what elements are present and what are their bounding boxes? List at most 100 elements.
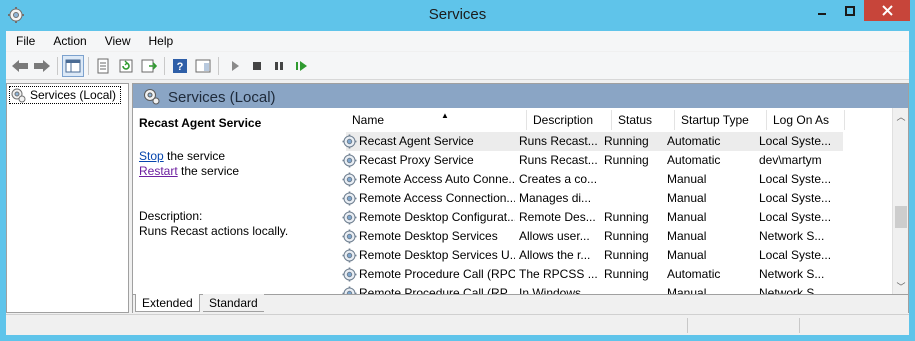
export-list-icon (141, 59, 157, 73)
cell-log-on-as: dev\martym (759, 153, 822, 167)
cell-name: Remote Access Connection... (359, 191, 515, 205)
cell-name: Remote Desktop Configurat... (359, 210, 515, 224)
cell-name: Recast Proxy Service (359, 153, 474, 167)
window-body: File Action View Help ? Services (Local)… (6, 31, 909, 335)
status-bar (6, 314, 909, 335)
cell-startup-type: Manual (667, 286, 707, 294)
close-button[interactable] (864, 0, 910, 21)
cell-status: Running (604, 153, 649, 167)
cell-status: Running (604, 229, 649, 243)
maximize-button[interactable] (836, 0, 863, 21)
cell-startup-type: Manual (667, 229, 707, 243)
cell-status: Running (604, 210, 649, 224)
stop-icon (253, 62, 261, 70)
restart-service-link[interactable]: Restart (139, 164, 178, 178)
restart-service-button[interactable] (291, 55, 313, 77)
console-tree: Services (Local) (6, 83, 129, 313)
tab-extended[interactable]: Extended (135, 294, 200, 312)
cell-description: Allows the r... (519, 248, 591, 262)
export-list-button[interactable] (138, 55, 160, 77)
help-button[interactable]: ? (169, 55, 191, 77)
cell-description: Manages di... (519, 191, 592, 205)
maximize-icon (844, 5, 855, 16)
scrollbar-thumb[interactable] (895, 206, 907, 228)
stop-service-link[interactable]: Stop (139, 149, 164, 163)
scroll-up-button[interactable]: ︿ (893, 108, 908, 124)
chevron-up-icon: ︿ (896, 111, 906, 122)
status-segment (687, 318, 688, 333)
back-button[interactable] (9, 55, 31, 77)
service-gear-icon (342, 286, 357, 294)
tree-item-services-local[interactable]: Services (Local) (9, 86, 122, 104)
description-label: Description: (139, 209, 203, 223)
service-gear-icon (342, 210, 357, 225)
column-header-label: Name (352, 113, 385, 127)
cell-name: Remote Access Auto Conne... (359, 172, 515, 186)
column-header-description[interactable]: Description (527, 110, 612, 130)
properties-button[interactable] (92, 55, 114, 77)
help-icon: ? (173, 59, 187, 73)
cell-name: Remote Desktop Services U... (359, 248, 515, 262)
service-gear-icon (342, 153, 357, 168)
table-row[interactable]: Remote Access Connection... Manages di...… (342, 189, 843, 208)
show-hide-console-tree-button[interactable] (62, 55, 84, 77)
cell-log-on-as: Network S... (759, 286, 825, 294)
service-gear-icon (342, 229, 357, 244)
show-action-pane-button[interactable] (192, 55, 214, 77)
cell-description: Remote Des... (519, 210, 596, 224)
table-row[interactable]: Remote Access Auto Conne... Creates a co.… (342, 170, 843, 189)
status-segment (799, 318, 800, 333)
menu-help[interactable]: Help (139, 31, 182, 51)
column-header-label: Status (618, 113, 653, 127)
cell-startup-type: Manual (667, 248, 707, 262)
menu-file[interactable]: File (6, 31, 43, 51)
column-header-status[interactable]: Status (612, 110, 675, 130)
cell-name: Remote Procedure Call (RPC) (359, 267, 515, 281)
table-row[interactable]: Remote Desktop Configurat... Remote Des..… (342, 208, 843, 227)
column-header-name[interactable]: Name ▲ (346, 110, 527, 130)
action-pane-icon (195, 59, 211, 73)
menu-view[interactable]: View (95, 31, 139, 51)
description-pane: Recast Agent Service Stop the service Re… (133, 108, 338, 294)
column-header-startup-type[interactable]: Startup Type (675, 110, 767, 130)
pause-service-button[interactable] (268, 55, 290, 77)
menu-bar: File Action View Help (6, 31, 909, 51)
cell-startup-type: Manual (667, 172, 707, 186)
view-tabs: Extended Standard (133, 294, 908, 313)
table-row[interactable]: Recast Proxy Service Runs Recast... Runnin… (342, 151, 843, 170)
cell-startup-type: Automatic (667, 153, 721, 167)
title-bar[interactable]: Services (0, 0, 915, 31)
menu-action[interactable]: Action (43, 31, 94, 51)
stop-service-button[interactable] (246, 55, 268, 77)
column-header-log-on-as[interactable]: Log On As (767, 110, 845, 130)
table-row[interactable]: Remote Procedure Call (RP... In Windows..… (342, 284, 843, 294)
refresh-button[interactable] (115, 55, 137, 77)
pane-title: Services (Local) (168, 89, 276, 106)
services-pane: Services (Local) Recast Agent Service St… (132, 83, 909, 313)
service-gear-icon (342, 267, 357, 282)
cell-description: In Windows... (519, 286, 592, 294)
table-row[interactable]: Remote Desktop Services U... Allows the r… (342, 246, 843, 265)
selected-service-name: Recast Agent Service (139, 116, 262, 130)
stop-suffix: the service (163, 149, 226, 163)
cell-description: Allows user... (519, 229, 590, 243)
services-gear-icon (11, 88, 26, 103)
table-row[interactable]: Remote Desktop Services Allows user... Run… (342, 227, 843, 246)
vertical-scrollbar[interactable]: ︿ ﹀ (892, 108, 908, 294)
forward-button[interactable] (31, 55, 53, 77)
scroll-down-button[interactable]: ﹀ (893, 278, 908, 294)
minimize-icon (817, 12, 826, 15)
minimize-button[interactable] (808, 0, 835, 21)
table-row[interactable]: Remote Procedure Call (RPC) The RPCSS ...… (342, 265, 843, 284)
cell-name: Remote Procedure Call (RP... (359, 286, 515, 294)
forward-arrow-icon (34, 60, 50, 72)
table-row[interactable]: Recast Agent Service Runs Recast... Runnin… (342, 132, 843, 151)
cell-log-on-as: Network S... (759, 267, 825, 281)
cell-name: Remote Desktop Services (359, 229, 498, 243)
start-service-button[interactable] (224, 55, 246, 77)
restart-icon (296, 61, 307, 71)
tab-standard[interactable]: Standard (203, 294, 264, 312)
console-tree-icon (65, 59, 81, 73)
column-header-label: Startup Type (681, 113, 749, 127)
cell-startup-type: Automatic (667, 134, 721, 148)
